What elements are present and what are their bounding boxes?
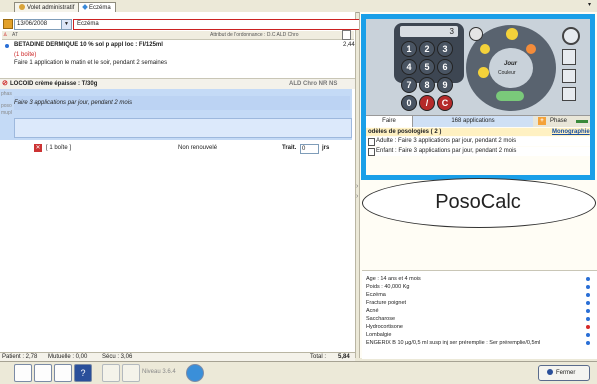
medication-footer: ✕ [ 1 boîte ] Non renouvelé Trait. 0 jrs xyxy=(34,144,330,154)
calendar-icon[interactable] xyxy=(562,87,576,101)
calculator-display: 3 xyxy=(400,26,458,37)
sun-icon[interactable] xyxy=(506,28,518,40)
key-divide[interactable]: / xyxy=(419,95,435,111)
document-icon[interactable] xyxy=(342,30,351,40)
sun-icon[interactable] xyxy=(526,44,536,54)
calendar-icon[interactable] xyxy=(562,69,576,83)
add-icon[interactable]: + xyxy=(538,117,546,125)
key-4[interactable]: 4 xyxy=(401,59,417,75)
posology-text[interactable]: Faire 3 applications par jour, pendant 2… xyxy=(14,96,350,110)
posocalc-label: PosoCalc xyxy=(435,191,521,213)
chevron-right-icon[interactable]: › xyxy=(356,193,358,200)
patient-info-row: Fracture poignet xyxy=(366,299,592,307)
posology-calculator: 3 1 2 3 4 5 6 7 8 9 0 / C Jour Couleur xyxy=(366,19,590,115)
patient-info-row: Saccharose xyxy=(366,315,592,323)
clock-icon[interactable] xyxy=(562,27,580,45)
posology-model-item[interactable]: Adulte : Faire 3 applications par jour, … xyxy=(366,137,590,146)
key-9[interactable]: 9 xyxy=(437,77,453,93)
prescription-title-field[interactable]: Eczéma xyxy=(73,19,360,30)
chevron-right-icon[interactable]: › xyxy=(356,183,358,190)
help-icon[interactable]: ? xyxy=(74,364,92,382)
medication-name: LOCOID crème épaisse : T/30g xyxy=(10,81,98,87)
dial-center xyxy=(489,48,533,88)
play-controls[interactable] xyxy=(496,91,524,101)
patient-info-row: Eczéma xyxy=(366,291,592,299)
pen-icon xyxy=(82,4,88,11)
sun-icon[interactable] xyxy=(478,67,489,78)
monographie-link[interactable]: Monographie xyxy=(552,128,590,136)
status-icon xyxy=(586,309,590,313)
close-button[interactable]: Fermer xyxy=(538,365,590,381)
medication-price: 2,44 xyxy=(343,42,355,48)
key-7[interactable]: 7 xyxy=(401,77,417,93)
patient-info-row: Hydrocortisone xyxy=(366,323,592,331)
patient-info-row: Poids : 40,000 Kg xyxy=(366,283,592,291)
medication-item-header[interactable]: ⊘ LOCOID crème épaisse : T/30g ALD Chro … xyxy=(0,78,355,89)
key-2[interactable]: 2 xyxy=(419,41,435,57)
date-dropdown-button[interactable]: ▼ xyxy=(61,19,72,30)
document-icon xyxy=(368,138,375,146)
key-8[interactable]: 8 xyxy=(419,77,435,93)
search-icon[interactable] xyxy=(34,364,52,382)
patient-info-row: ENGERIX B 10 µg/0,5 ml susp inj ser prér… xyxy=(366,339,592,347)
status-icon xyxy=(586,277,590,281)
calendar-icon[interactable] xyxy=(3,19,13,29)
delete-icon[interactable]: ✕ xyxy=(34,144,42,152)
key-1[interactable]: 1 xyxy=(401,41,417,57)
status-icon xyxy=(586,293,590,297)
moon-icon[interactable] xyxy=(469,27,483,41)
alert-icon xyxy=(586,325,590,329)
chart-icon[interactable] xyxy=(186,364,204,382)
patient-info-row: Lombalgie xyxy=(366,331,592,339)
medication-name: BETADINE DERMIQUE 10 % sol p appl loc : … xyxy=(14,42,163,48)
calendar-icon[interactable] xyxy=(562,49,576,65)
person-icon: ♙ xyxy=(3,32,8,38)
tab-phase[interactable]: Phase xyxy=(550,116,567,127)
treatment-duration-field[interactable]: 0 xyxy=(300,144,319,154)
posology-input[interactable] xyxy=(14,118,352,138)
print-icon[interactable] xyxy=(14,364,32,382)
medication-item[interactable]: BETADINE DERMIQUE 10 % sol p appl loc : … xyxy=(0,42,355,76)
document-icon[interactable] xyxy=(102,364,120,382)
status-icon xyxy=(586,301,590,305)
calculator-tabs: Faire 168 applications + Phase xyxy=(366,115,590,127)
applications-count: 168 applications xyxy=(413,116,533,127)
status-icon xyxy=(586,333,590,337)
medication-quantity: (1 boîte) xyxy=(14,52,37,58)
patient-info-row: Age : 14 ans et 4 mois xyxy=(366,275,592,283)
status-icon xyxy=(586,341,590,345)
medication-flags: ALD Chro NR NS xyxy=(289,81,338,87)
column-header: ♙ AT Attribut de l'ordonnance : D.C ALD … xyxy=(2,30,354,40)
posology-model-item[interactable]: Enfant : Faire 3 applications par jour, … xyxy=(366,147,590,156)
sun-icon[interactable] xyxy=(480,44,490,54)
warning-icon: ⊘ xyxy=(2,80,8,87)
patient-info-panel: Age : 14 ans et 4 mois Poids : 40,000 Kg… xyxy=(362,270,597,359)
posology-models-header: odèles de posologies ( 2 ) Monographie xyxy=(366,128,590,136)
medication-posology: Faire 1 application le matin et le soir,… xyxy=(14,60,168,66)
key-clear[interactable]: C xyxy=(437,95,453,111)
level-button[interactable]: Niveau 3.6.4 xyxy=(142,367,176,377)
status-icon xyxy=(586,285,590,289)
document-icon xyxy=(368,148,375,156)
phase-indicator xyxy=(576,120,588,123)
patient-info-row: Acné xyxy=(366,307,592,315)
person-icon xyxy=(19,4,25,11)
settings-icon[interactable] xyxy=(122,364,140,382)
bullet-icon xyxy=(5,44,9,48)
key-6[interactable]: 6 xyxy=(437,59,453,75)
chevron-down-icon[interactable]: ▾ xyxy=(588,2,595,9)
date-field[interactable]: 13/06/2008 xyxy=(14,19,62,30)
key-5[interactable]: 5 xyxy=(419,59,435,75)
tab-faire[interactable]: Faire xyxy=(366,116,413,127)
key-0[interactable]: 0 xyxy=(401,95,417,111)
fullscreen-icon[interactable] xyxy=(54,364,72,382)
check-icon xyxy=(547,369,553,376)
status-icon xyxy=(586,317,590,321)
key-3[interactable]: 3 xyxy=(437,41,453,57)
